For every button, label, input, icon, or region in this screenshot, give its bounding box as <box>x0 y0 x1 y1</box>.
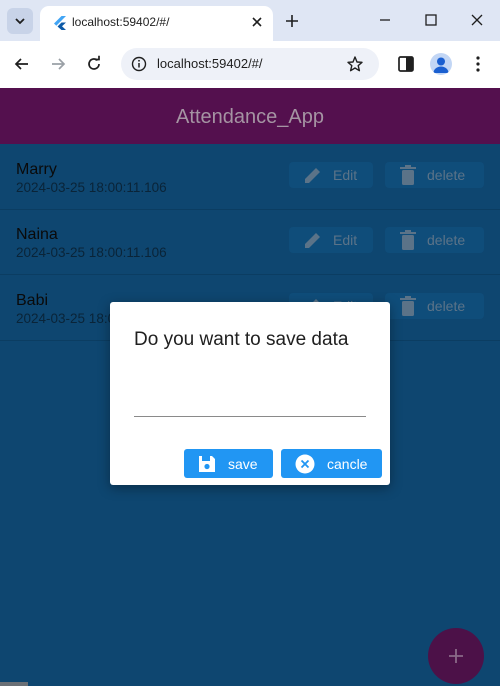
delete-label: delete <box>427 167 466 183</box>
browser-tab[interactable]: localhost:59402/#/ <box>40 6 273 41</box>
profile-icon[interactable] <box>430 53 452 75</box>
dialog-title: Do you want to save data <box>134 329 349 350</box>
close-window-icon[interactable] <box>468 11 486 29</box>
browser-toolbar: localhost:59402/#/ <box>0 41 500 88</box>
delete-icon <box>400 296 416 316</box>
list-item[interactable]: Naina 2024-03-25 18:00:11.106 Edit delet… <box>0 209 500 275</box>
edit-label: Edit <box>333 167 358 183</box>
record-timestamp: 2024-03-25 18:00:11.106 <box>16 245 167 260</box>
record-name: Naina <box>16 226 58 243</box>
delete-button[interactable]: delete <box>385 293 484 319</box>
maximize-icon[interactable] <box>422 11 440 29</box>
delete-button[interactable]: delete <box>385 227 484 253</box>
cancel-label: cancle <box>327 455 368 472</box>
chevron-down-icon <box>15 18 25 25</box>
reload-icon[interactable] <box>84 54 104 74</box>
more-vert-icon[interactable] <box>468 54 488 74</box>
forward-arrow-icon[interactable] <box>48 54 68 74</box>
delete-button[interactable]: delete <box>385 162 484 188</box>
delete-icon <box>400 165 416 185</box>
cancel-circle-icon <box>295 454 315 473</box>
save-button[interactable]: save <box>184 449 273 478</box>
edit-icon <box>305 233 320 248</box>
save-label: save <box>228 455 258 472</box>
back-arrow-icon[interactable] <box>12 54 32 74</box>
save-confirm-dialog: Do you want to save data save cancle <box>110 302 390 485</box>
address-bar[interactable]: localhost:59402/#/ <box>121 48 379 80</box>
page-title: Attendance_App <box>176 106 324 128</box>
save-icon <box>199 455 215 472</box>
tab-title: localhost:59402/#/ <box>72 15 170 29</box>
edit-icon <box>305 168 320 183</box>
side-panel-icon[interactable] <box>396 54 416 74</box>
tab-search-button[interactable] <box>7 8 33 34</box>
browser-tab-strip: localhost:59402/#/ <box>0 0 500 41</box>
plus-icon <box>449 649 463 663</box>
url-text: localhost:59402/#/ <box>157 56 263 71</box>
record-timestamp: 2024-03-25 18:00:11.106 <box>16 180 167 195</box>
avatar <box>433 57 449 73</box>
info-icon[interactable] <box>131 56 147 72</box>
minimize-icon[interactable] <box>376 11 394 29</box>
dialog-text-field[interactable] <box>134 382 366 417</box>
plus-icon[interactable] <box>283 12 301 30</box>
edit-button[interactable]: Edit <box>289 227 373 253</box>
record-name: Babi <box>16 292 49 309</box>
app-bar: Attendance_App <box>0 88 500 144</box>
edit-label: Edit <box>333 232 358 248</box>
star-icon[interactable] <box>346 55 364 73</box>
delete-icon <box>400 230 416 250</box>
scrollbar[interactable] <box>0 682 28 686</box>
flutter-icon <box>54 16 66 30</box>
record-name: Marry <box>16 161 57 178</box>
edit-button[interactable]: Edit <box>289 162 373 188</box>
add-record-fab[interactable] <box>428 628 484 684</box>
cancel-button[interactable]: cancle <box>281 449 382 478</box>
tab-close-button[interactable] <box>249 14 265 30</box>
delete-label: delete <box>427 232 466 248</box>
list-item[interactable]: Marry 2024-03-25 18:00:11.106 Edit delet… <box>0 144 500 210</box>
delete-label: delete <box>427 298 466 314</box>
close-icon <box>252 17 262 27</box>
